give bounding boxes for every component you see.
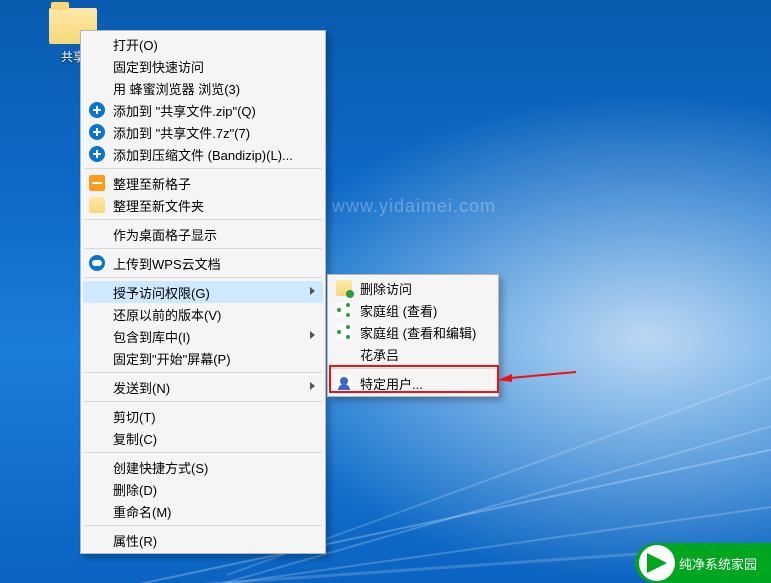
- menu-copy[interactable]: 复制(C): [83, 427, 323, 449]
- menu-rename[interactable]: 重命名(M): [83, 500, 323, 522]
- menu-open[interactable]: 打开(O): [83, 33, 323, 55]
- menu-add-zip[interactable]: 添加到 "共享文件.zip"(Q): [83, 99, 323, 121]
- annotation-arrow: [498, 362, 578, 382]
- submenu-user-hua[interactable]: 花承吕: [330, 343, 496, 365]
- menu-add-archive[interactable]: 添加到压缩文件 (Bandizip)(L)...: [83, 143, 323, 165]
- archive-icon: [89, 146, 105, 162]
- menu-tidy-grid[interactable]: 整理至新格子: [83, 172, 323, 194]
- menu-pin-start[interactable]: 固定到"开始"屏幕(P): [83, 347, 323, 369]
- archive-icon: [89, 124, 105, 140]
- submenu-specific-user[interactable]: 特定用户...: [330, 372, 496, 394]
- separator: [84, 401, 322, 402]
- share-icon: [336, 324, 352, 340]
- menu-tidy-folder[interactable]: 整理至新文件夹: [83, 194, 323, 216]
- separator: [84, 168, 322, 169]
- submenu-arrow-icon: [310, 382, 315, 390]
- menu-delete[interactable]: 删除(D): [83, 478, 323, 500]
- separator: [84, 248, 322, 249]
- cloud-icon: [89, 255, 105, 271]
- menu-create-shortcut[interactable]: 创建快捷方式(S): [83, 456, 323, 478]
- archive-icon: [89, 102, 105, 118]
- share-folder-icon: [336, 280, 352, 296]
- menu-grant-access[interactable]: 授予访问权限(G): [83, 281, 323, 303]
- folder-icon: [89, 197, 105, 213]
- menu-properties[interactable]: 属性(R): [83, 529, 323, 551]
- submenu-homegroup-view[interactable]: 家庭组 (查看): [330, 299, 496, 321]
- context-menu: 打开(O) 固定到快速访问 用 蜂蜜浏览器 浏览(3) 添加到 "共享文件.zi…: [80, 30, 326, 554]
- grant-access-submenu: 删除访问 家庭组 (查看) 家庭组 (查看和编辑) 花承吕 特定用户...: [327, 274, 499, 397]
- separator: [84, 452, 322, 453]
- user-icon: [336, 375, 352, 391]
- submenu-arrow-icon: [310, 287, 315, 295]
- menu-add-7z[interactable]: 添加到 "共享文件.7z"(7): [83, 121, 323, 143]
- grid-icon: [89, 175, 105, 191]
- menu-cut[interactable]: 剪切(T): [83, 405, 323, 427]
- brand-logo-icon: [639, 545, 675, 581]
- menu-pin-quick-access[interactable]: 固定到快速访问: [83, 55, 323, 77]
- watermark-text: www.yidaimei.com: [332, 196, 496, 217]
- separator: [331, 368, 495, 369]
- menu-restore-previous[interactable]: 还原以前的版本(V): [83, 303, 323, 325]
- brand-text: 纯净系统家园: [679, 554, 757, 573]
- separator: [84, 525, 322, 526]
- brand-badge: 纯净系统家园: [635, 543, 771, 583]
- separator: [84, 372, 322, 373]
- submenu-remove-access[interactable]: 删除访问: [330, 277, 496, 299]
- menu-show-grid[interactable]: 作为桌面格子显示: [83, 223, 323, 245]
- separator: [84, 277, 322, 278]
- separator: [84, 219, 322, 220]
- submenu-homegroup-edit[interactable]: 家庭组 (查看和编辑): [330, 321, 496, 343]
- submenu-arrow-icon: [310, 331, 315, 339]
- menu-send-to[interactable]: 发送到(N): [83, 376, 323, 398]
- share-icon: [336, 302, 352, 318]
- menu-include-library[interactable]: 包含到库中(I): [83, 325, 323, 347]
- menu-browse-honey[interactable]: 用 蜂蜜浏览器 浏览(3): [83, 77, 323, 99]
- menu-upload-wps[interactable]: 上传到WPS云文档: [83, 252, 323, 274]
